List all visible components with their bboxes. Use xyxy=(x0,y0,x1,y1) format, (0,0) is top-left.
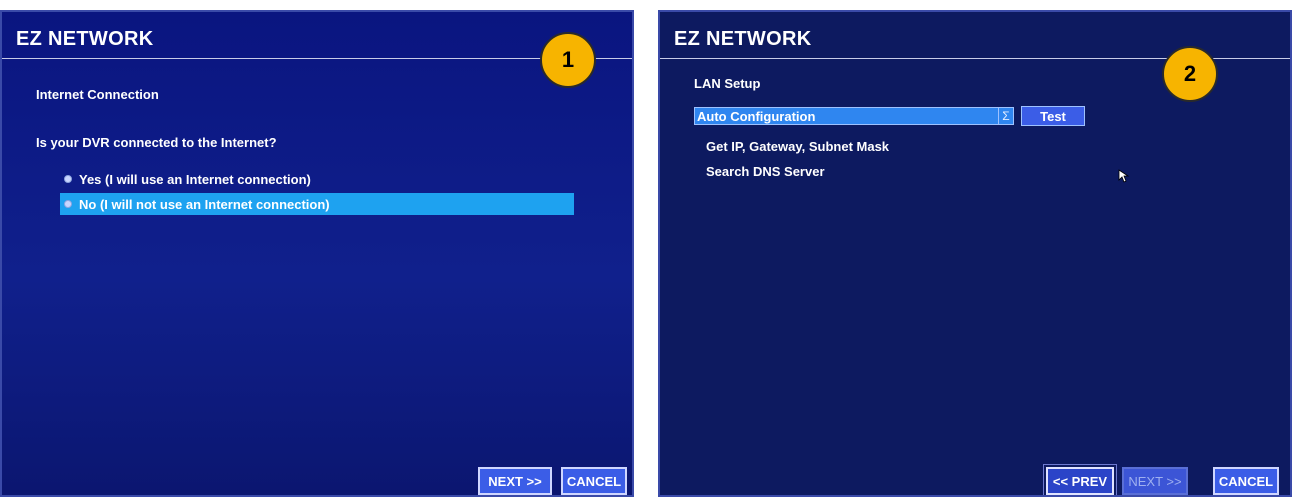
radio-option-label: Yes (I will use an Internet connection) xyxy=(79,171,311,187)
radio-button-icon xyxy=(64,175,72,183)
cancel-button[interactable]: CANCEL xyxy=(1213,467,1279,495)
step-badge: 2 xyxy=(1162,46,1218,102)
section-label: LAN Setup xyxy=(694,76,761,91)
question-text: Is your DVR connected to the Internet? xyxy=(36,135,277,150)
ez-network-step2-panel: EZ NETWORK 2 LAN Setup Auto Configuratio… xyxy=(658,10,1292,497)
radio-option-label: No (I will not use an Internet connectio… xyxy=(79,196,330,212)
info-line: Get IP, Gateway, Subnet Mask xyxy=(706,139,890,154)
panel-title: EZ NETWORK xyxy=(16,28,154,50)
cancel-button[interactable]: CANCEL xyxy=(561,467,627,495)
radio-option-yes[interactable]: Yes (I will use an Internet connection) xyxy=(60,168,574,190)
section-label: Internet Connection xyxy=(36,87,159,102)
step-badge: 1 xyxy=(540,32,596,88)
info-line: Search DNS Server xyxy=(706,164,825,179)
ez-network-step1-panel: EZ NETWORK 1 Internet Connection Is your… xyxy=(0,10,634,497)
prev-button[interactable]: << PREV xyxy=(1043,464,1117,495)
test-button[interactable]: Test xyxy=(1021,106,1085,126)
panel-title: EZ NETWORK xyxy=(674,28,812,50)
mouse-pointer-icon xyxy=(1118,169,1130,183)
dropdown-value: Auto Configuration xyxy=(697,108,816,124)
dropdown-arrow-icon[interactable]: Σ xyxy=(998,108,1013,124)
next-button[interactable]: NEXT >> xyxy=(478,467,552,495)
configuration-dropdown[interactable]: Auto Configuration Σ xyxy=(694,107,1014,125)
title-divider xyxy=(2,58,632,59)
radio-button-icon xyxy=(64,200,72,208)
next-button-disabled: NEXT >> xyxy=(1122,467,1188,495)
radio-option-no[interactable]: No (I will not use an Internet connectio… xyxy=(60,193,574,215)
